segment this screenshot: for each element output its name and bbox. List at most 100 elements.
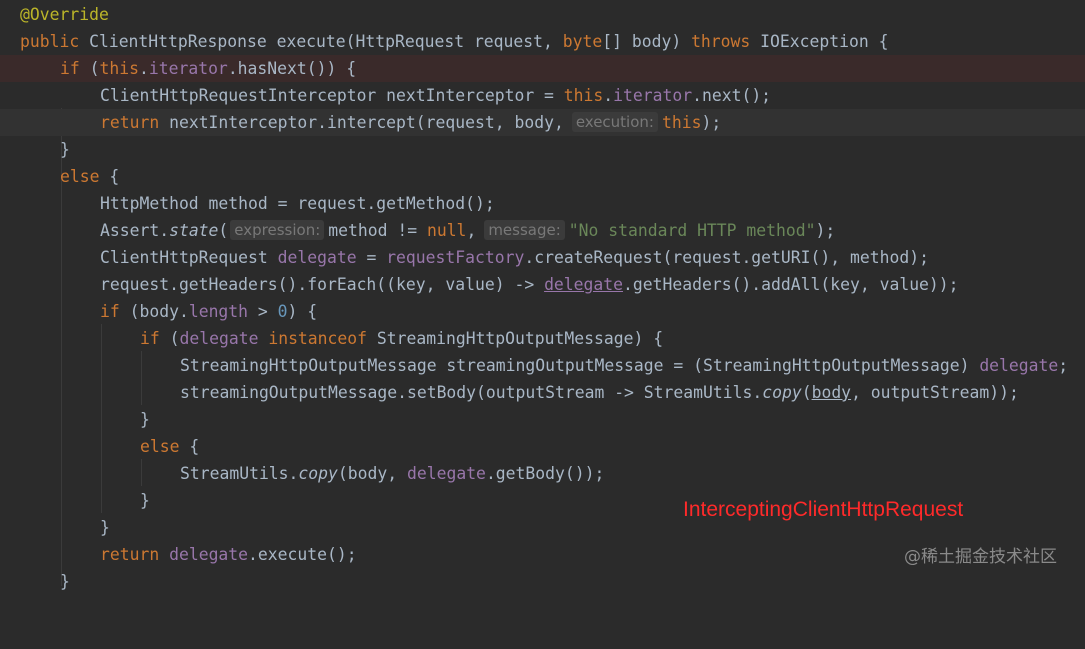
code-line[interactable]: Assert.state(expression: method != null, m…	[0, 217, 1085, 244]
code-text: request.getHeaders().forEach((key, value…	[100, 275, 545, 294]
code-line[interactable]: StreamUtils.copy(body, delegate.getBody(…	[0, 460, 1085, 487]
code-text: .	[138, 59, 149, 78]
code-text: ClientHttpRequest	[100, 248, 278, 267]
code-text: StreamUtils.	[180, 464, 299, 483]
variable-token: delegate	[169, 545, 249, 564]
field-token: length	[188, 302, 249, 321]
variable-token: delegate	[406, 464, 486, 483]
number-token: 0	[277, 302, 288, 321]
code-text: (	[801, 383, 812, 402]
code-text: method !=	[328, 221, 427, 240]
keyword-token: else	[60, 167, 100, 186]
code-text: (	[159, 329, 180, 348]
annotation-token: @Override	[20, 5, 109, 24]
keyword-token: return	[100, 113, 160, 132]
variable-token: delegate	[979, 356, 1059, 375]
keyword-token: this	[661, 113, 702, 132]
code-line[interactable]: ClientHttpRequestInterceptor nextInterce…	[0, 82, 1085, 109]
code-line[interactable]: if (body.length > 0) {	[0, 298, 1085, 325]
method-token: state	[169, 221, 219, 240]
keyword-token: instanceof	[268, 329, 368, 348]
code-text: }	[140, 410, 150, 429]
code-text: >	[248, 302, 278, 321]
code-text: =	[356, 248, 387, 267]
code-text: StreamingHttpOutputMessage streamingOutp…	[180, 356, 980, 375]
code-text: .execute();	[248, 545, 357, 564]
code-text: .getHeaders().addAll(key, value));	[623, 275, 959, 294]
code-text: .next();	[692, 86, 772, 105]
code-text: , outputStream));	[851, 383, 1019, 402]
code-text: (body,	[337, 464, 407, 483]
code-line[interactable]: streamingOutputMessage.setBody(outputStr…	[0, 379, 1085, 406]
code-line[interactable]: request.getHeaders().forEach((key, value…	[0, 271, 1085, 298]
watermark: @稀土掘金技术社区	[904, 547, 1057, 567]
code-text: .getBody());	[485, 464, 605, 483]
field-token: iterator	[613, 86, 693, 105]
code-line[interactable]: if (delegate instanceof StreamingHttpOut…	[0, 325, 1085, 352]
parameter-hint: message:	[484, 220, 565, 240]
code-text: ClientHttpRequestInterceptor nextInterce…	[100, 86, 564, 105]
code-line-highlighted[interactable]: if (this.iterator.hasNext()) {	[0, 55, 1085, 82]
code-text: (body.	[119, 302, 189, 321]
keyword-token: if	[60, 59, 80, 78]
code-text: nextInterceptor.intercept(request, body,	[159, 113, 564, 132]
string-token: "No standard HTTP method"	[568, 221, 816, 240]
field-token: requestFactory	[386, 248, 525, 267]
keyword-token: this	[563, 86, 604, 105]
code-text: ClientHttpResponse execute(HttpRequest r…	[79, 32, 563, 51]
parameter-hint: expression:	[230, 220, 325, 240]
code-text: );	[701, 113, 722, 132]
code-text: }	[140, 491, 150, 510]
code-text: Assert.	[100, 221, 170, 240]
code-text: IOException {	[750, 32, 889, 51]
keyword-token: if	[140, 329, 160, 348]
parameter-hint: execution:	[571, 112, 658, 132]
code-text: [] body)	[602, 32, 692, 51]
keyword-token: null	[426, 221, 467, 240]
variable-token: delegate	[277, 248, 357, 267]
method-token: copy	[298, 464, 338, 483]
code-text: {	[179, 437, 200, 456]
keyword-token: byte	[562, 32, 603, 51]
field-token: iterator	[148, 59, 228, 78]
code-editor[interactable]: @Override public ClientHttpResponse exec…	[0, 0, 1085, 591]
code-line[interactable]: else {	[0, 163, 1085, 190]
keyword-token: else	[140, 437, 180, 456]
overlay-class-label: InterceptingClientHttpRequest	[683, 498, 964, 521]
code-text: HttpMethod method = request.getMethod();	[100, 194, 495, 213]
code-text: ,	[466, 221, 477, 240]
code-text: .hasNext()) {	[227, 59, 357, 78]
variable-token: delegate	[179, 329, 259, 348]
code-text: .	[603, 86, 614, 105]
code-line[interactable]: ClientHttpRequest delegate = requestFact…	[0, 244, 1085, 271]
keyword-token: return	[100, 545, 160, 564]
code-text: StreamingHttpOutputMessage) {	[367, 329, 664, 348]
code-text: streamingOutputMessage.setBody(outputStr…	[180, 383, 763, 402]
code-line[interactable]: @Override	[0, 1, 1085, 28]
code-text: (	[79, 59, 100, 78]
code-line[interactable]: }	[0, 406, 1085, 433]
code-line[interactable]: StreamingHttpOutputMessage streamingOutp…	[0, 352, 1085, 379]
code-line[interactable]: HttpMethod method = request.getMethod();	[0, 190, 1085, 217]
code-line[interactable]: public ClientHttpResponse execute(HttpRe…	[0, 28, 1085, 55]
code-text: }	[60, 572, 70, 591]
keyword-token: throws	[691, 32, 751, 51]
code-line[interactable]: else {	[0, 433, 1085, 460]
keyword-token: if	[100, 302, 120, 321]
code-line-current[interactable]: return nextInterceptor.intercept(request…	[0, 109, 1085, 136]
variable-token: body	[811, 383, 852, 402]
code-text: .createRequest(request.getURI(), method)…	[524, 248, 929, 267]
code-text: {	[99, 167, 120, 186]
code-line[interactable]: }	[0, 136, 1085, 163]
code-line[interactable]: }	[0, 568, 1085, 595]
code-text: ) {	[287, 302, 318, 321]
variable-token: delegate	[544, 275, 624, 294]
code-text: (	[218, 221, 229, 240]
method-token: copy	[762, 383, 802, 402]
keyword-token: this	[99, 59, 139, 78]
code-text: );	[815, 221, 836, 240]
code-text: }	[100, 518, 110, 537]
keyword-token: public	[20, 32, 80, 51]
